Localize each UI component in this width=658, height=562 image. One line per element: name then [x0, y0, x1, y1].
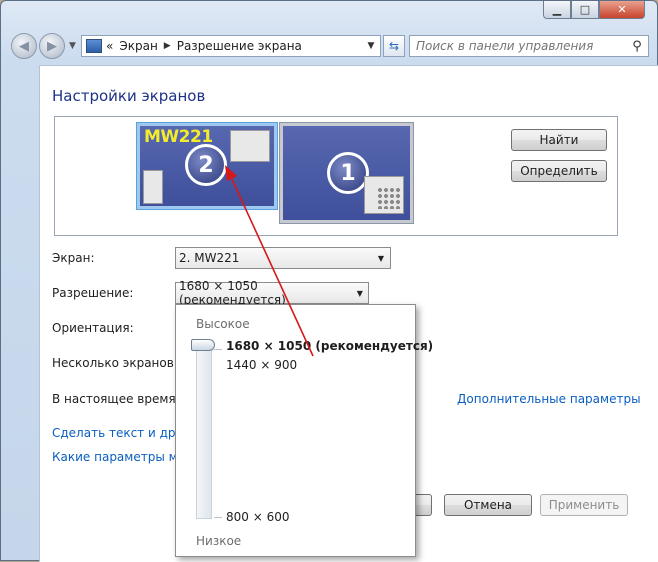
- breadcrumb-item-resolution[interactable]: Разрешение экрана: [177, 39, 302, 53]
- search-input[interactable]: [410, 38, 626, 54]
- cancel-button[interactable]: Отмена: [444, 494, 532, 516]
- maximize-button[interactable]: □: [571, 1, 599, 19]
- monitor-layout-area: MW221 2 1 Найти Определить: [54, 116, 618, 236]
- resolution-low-label: Низкое: [196, 534, 242, 548]
- window-thumbnail-icon: [364, 176, 404, 214]
- display-select-value: 2. MW221: [179, 251, 240, 265]
- caption-buttons: ▁ □ ✕: [543, 1, 645, 19]
- breadcrumb-overflow[interactable]: «: [106, 39, 113, 53]
- current-display-note: В настоящее время эт: [52, 392, 194, 406]
- resolution-dropdown-popup: Высокое 1680 × 1050 (рекомендуется) 1440…: [175, 304, 433, 557]
- monitor-number-badge: 2: [185, 144, 227, 186]
- back-button[interactable]: ◀: [11, 33, 37, 59]
- close-button[interactable]: ✕: [599, 1, 645, 19]
- search-icon[interactable]: ⚲: [626, 39, 648, 54]
- display-label: Экран:: [52, 251, 95, 265]
- monitor-1[interactable]: 1: [280, 123, 413, 223]
- find-button[interactable]: Найти: [511, 129, 607, 151]
- refresh-button[interactable]: ⇆: [383, 35, 405, 57]
- orientation-label: Ориентация:: [52, 321, 134, 335]
- control-panel-window: ▁ □ ✕ ◀ ▶ ▼ « Экран ▶ Разрешение экрана …: [0, 0, 658, 562]
- resolution-option[interactable]: 800 × 600: [226, 510, 290, 524]
- breadcrumb-separator-icon[interactable]: ▶: [164, 41, 171, 51]
- advanced-settings-link[interactable]: Дополнительные параметры: [457, 392, 641, 406]
- refresh-icon: ⇆: [388, 39, 400, 53]
- resolution-high-label: Высокое: [196, 317, 250, 331]
- resolution-select-value: 1680 × 1050 (рекомендуется): [179, 279, 286, 307]
- chevron-down-icon: ▼: [377, 253, 385, 263]
- address-dropdown-chevron-icon[interactable]: ▼: [362, 41, 380, 51]
- identify-button[interactable]: Определить: [511, 160, 607, 182]
- back-arrow-icon: ◀: [19, 38, 29, 54]
- slider-tick: [214, 349, 222, 350]
- monitor-number-badge: 1: [327, 152, 369, 194]
- resolution-slider-track[interactable]: [196, 347, 212, 519]
- address-bar[interactable]: « Экран ▶ Разрешение экрана ▼: [81, 35, 381, 57]
- multiple-displays-label: Несколько экранов:: [52, 356, 178, 370]
- apply-button[interactable]: Применить: [540, 494, 628, 516]
- display-settings-help-link[interactable]: Какие параметры мон: [52, 450, 193, 464]
- window-thumbnail-icon: [143, 170, 163, 204]
- resolution-select[interactable]: 1680 × 1050 (рекомендуется) ▼: [175, 279, 369, 307]
- display-select[interactable]: 2. MW221 ▼: [175, 247, 391, 269]
- forward-button[interactable]: ▶: [39, 33, 65, 59]
- monitor-2[interactable]: MW221 2: [137, 123, 277, 209]
- search-box[interactable]: ⚲: [409, 35, 649, 57]
- minimize-button[interactable]: ▁: [543, 1, 571, 19]
- resolution-option[interactable]: 1680 × 1050 (рекомендуется): [226, 339, 433, 353]
- window-thumbnail-icon: [230, 130, 270, 162]
- chevron-down-icon: ▼: [356, 288, 363, 298]
- resolution-option[interactable]: 1440 × 900: [226, 358, 297, 372]
- forward-arrow-icon: ▶: [47, 38, 57, 54]
- page-title: Настройки экранов: [52, 87, 206, 105]
- navigation-bar: ◀ ▶ ▼ « Экран ▶ Разрешение экрана ▼ ⇆ ⚲: [11, 33, 649, 59]
- resolution-label: Разрешение:: [52, 286, 134, 300]
- recent-pages-chevron-icon[interactable]: ▼: [69, 41, 76, 51]
- slider-tick: [214, 517, 222, 518]
- resolution-slider-thumb[interactable]: [191, 339, 215, 351]
- control-panel-icon: [86, 39, 102, 53]
- breadcrumb-item-display[interactable]: Экран: [119, 39, 157, 53]
